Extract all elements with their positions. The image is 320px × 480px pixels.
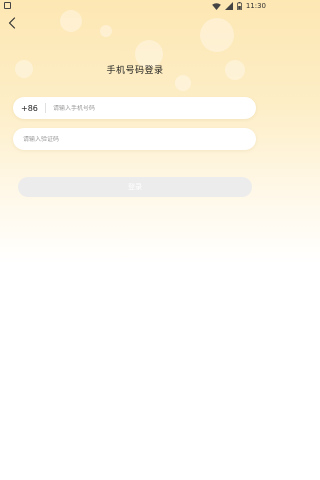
back-button[interactable] — [5, 15, 19, 31]
notification-icon — [4, 2, 11, 9]
chevron-left-icon — [8, 17, 16, 29]
page-title: 手机号码登录 — [106, 66, 164, 76]
bokeh-circle — [200, 18, 234, 52]
wifi-icon — [211, 2, 221, 10]
field-divider — [45, 103, 46, 113]
country-code-selector[interactable]: +86 — [21, 104, 43, 113]
verification-code-field[interactable] — [13, 128, 256, 150]
status-time: 11:30 — [245, 2, 266, 10]
bokeh-circle — [60, 10, 82, 32]
status-icons: 11:30 — [211, 1, 266, 11]
bokeh-circle — [100, 25, 112, 37]
phone-input[interactable] — [53, 104, 256, 112]
login-button[interactable]: 登录 — [18, 177, 252, 197]
battery-icon — [236, 2, 242, 10]
status-bar: 11:30 — [0, 0, 270, 12]
verification-code-input[interactable] — [23, 135, 256, 143]
signal-icon — [224, 2, 233, 10]
bokeh-circle — [175, 75, 191, 91]
phone-field[interactable]: +86 — [13, 97, 256, 119]
